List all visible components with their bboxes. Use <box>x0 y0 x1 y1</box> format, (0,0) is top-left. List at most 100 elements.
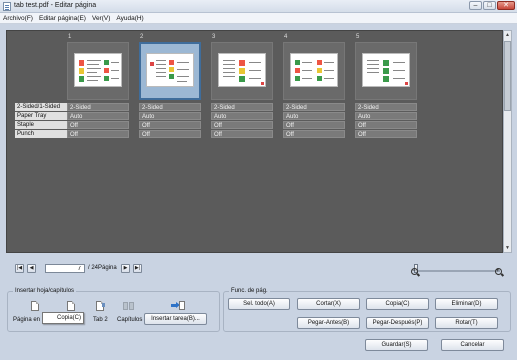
value-paper-tray: Auto <box>67 112 129 120</box>
paste-before-button[interactable]: Pegar-Antes(B) <box>297 317 360 329</box>
scroll-down-icon[interactable]: ▼ <box>504 244 511 252</box>
zoom-in-icon[interactable]: + <box>495 268 505 278</box>
copy-tooltip: Copia(C) <box>42 312 84 324</box>
page-thumbnail-2[interactable]: 2 <box>139 34 201 100</box>
menu-bar: Archivo(F) Editar página(E) Ver(V) Ayuda… <box>0 13 517 24</box>
page-number: 4 <box>284 34 288 40</box>
insert-group-title: Insertar hoja/capítulos <box>13 288 77 294</box>
title-bar: tab test.pdf - Editar página – □ ✕ <box>0 0 517 13</box>
insert-job-button[interactable]: Insertar tarea(B)... <box>144 313 207 325</box>
insert-tab-label: Tab 2 <box>93 317 108 323</box>
page-total-label: / 24Página <box>88 265 117 271</box>
page-viewer[interactable]: 1 2 3 4 5 2-Sided/1-Sided Paper Tray Sta… <box>6 30 503 253</box>
vertical-scrollbar[interactable]: ▲ ▼ <box>503 30 512 253</box>
copy-button[interactable]: Copia(C) <box>366 298 429 310</box>
page-2-properties: 2-Sided Auto Off Off <box>139 103 201 139</box>
zoom-slider[interactable] <box>418 270 500 272</box>
value-paper-tray: Auto <box>283 112 345 120</box>
delete-button[interactable]: Eliminar(D) <box>435 298 498 310</box>
cut-button[interactable]: Cortar(X) <box>297 298 360 310</box>
prev-page-button[interactable]: ◀ <box>27 264 36 273</box>
last-page-icon: ▶| <box>134 265 141 271</box>
label-sided: 2-Sided/1-Sided <box>15 103 73 111</box>
thumbnail-frame[interactable] <box>355 42 417 100</box>
insert-job-icon <box>171 300 185 312</box>
insert-tab-icon[interactable] <box>95 300 107 312</box>
page-5-properties: 2-Sided Auto Off Off <box>355 103 417 139</box>
page-thumbnail-1[interactable]: 1 <box>67 34 129 100</box>
value-sided: 2-Sided <box>211 103 273 111</box>
insert-chapter-icon <box>123 300 135 312</box>
cancel-button[interactable]: Cancelar <box>441 339 504 351</box>
label-paper-tray: Paper Tray <box>15 112 73 120</box>
page-functions-title: Func. de pág. <box>229 288 270 294</box>
last-page-button[interactable]: ▶| <box>133 264 142 273</box>
window-controls: – □ ✕ <box>469 1 515 10</box>
zoom-out-icon[interactable]: − <box>411 268 421 278</box>
value-paper-tray: Auto <box>211 112 273 120</box>
page-1-properties: 2-Sided Auto Off Off <box>67 103 129 139</box>
page-preview <box>74 53 122 87</box>
close-button[interactable]: ✕ <box>497 1 515 10</box>
value-sided: 2-Sided <box>283 103 345 111</box>
value-punch: Off <box>283 130 345 138</box>
menu-editar-pagina[interactable]: Editar página(E) <box>36 13 89 23</box>
thumbnail-frame[interactable] <box>211 42 273 100</box>
page-thumbnail-5[interactable]: 5 <box>355 34 417 100</box>
page-thumbnail-4[interactable]: 4 <box>283 34 345 100</box>
document-icon <box>3 2 11 11</box>
insert-page-label: Página en b <box>13 317 46 323</box>
thumbnail-frame-selected[interactable] <box>139 42 201 100</box>
scroll-up-icon[interactable]: ▲ <box>504 31 511 39</box>
label-punch: Punch <box>15 130 73 138</box>
thumbnail-frame[interactable] <box>67 42 129 100</box>
page-number: 1 <box>68 34 72 40</box>
save-button[interactable]: Guardar(S) <box>365 339 428 351</box>
value-paper-tray: Auto <box>139 112 201 120</box>
page-number-input[interactable] <box>45 264 85 273</box>
page-number: 2 <box>140 34 144 40</box>
page-number: 5 <box>356 34 360 40</box>
scrollbar-thumb[interactable] <box>504 41 511 111</box>
label-staple: Staple <box>15 121 73 129</box>
value-punch: Off <box>139 130 201 138</box>
page-preview <box>146 53 194 87</box>
page-thumbnail-3[interactable]: 3 <box>211 34 273 100</box>
first-page-button[interactable]: |◀ <box>15 264 24 273</box>
value-staple: Off <box>67 121 129 129</box>
insert-chapters-label: Capítulos <box>117 317 143 323</box>
value-paper-tray: Auto <box>355 112 417 120</box>
page-3-properties: 2-Sided Auto Off Off <box>211 103 273 139</box>
value-staple: Off <box>211 121 273 129</box>
value-staple: Off <box>283 121 345 129</box>
paste-after-button[interactable]: Pegar-Después(P) <box>366 317 429 329</box>
value-sided: 2-Sided <box>355 103 417 111</box>
value-punch: Off <box>211 130 273 138</box>
value-sided: 2-Sided <box>67 103 129 111</box>
value-staple: Off <box>355 121 417 129</box>
select-all-button[interactable]: Sel. todo(A) <box>228 298 290 310</box>
insert-copy-icon[interactable] <box>66 300 78 312</box>
page-4-properties: 2-Sided Auto Off Off <box>283 103 345 139</box>
prev-page-icon: ◀ <box>29 265 34 271</box>
page-preview <box>362 53 410 87</box>
page-navigation: |◀ ◀ / 24Página ▶ ▶| − + <box>0 254 517 284</box>
rotate-button[interactable]: Rotar(T) <box>435 317 498 329</box>
menu-ayuda[interactable]: Ayuda(H) <box>113 13 146 23</box>
menu-archivo[interactable]: Archivo(F) <box>0 13 36 23</box>
value-punch: Off <box>355 130 417 138</box>
value-staple: Off <box>139 121 201 129</box>
value-sided: 2-Sided <box>139 103 201 111</box>
maximize-button[interactable]: □ <box>483 1 496 10</box>
next-page-button[interactable]: ▶ <box>121 264 130 273</box>
value-punch: Off <box>67 130 129 138</box>
next-page-icon: ▶ <box>123 265 128 271</box>
page-preview <box>290 53 338 87</box>
insert-page-icon[interactable] <box>30 300 42 312</box>
minimize-button[interactable]: – <box>469 1 482 10</box>
first-page-icon: |◀ <box>16 265 23 271</box>
page-preview <box>218 53 266 87</box>
property-labels: 2-Sided/1-Sided Paper Tray Staple Punch <box>15 103 73 139</box>
thumbnail-frame[interactable] <box>283 42 345 100</box>
menu-ver[interactable]: Ver(V) <box>89 13 113 23</box>
